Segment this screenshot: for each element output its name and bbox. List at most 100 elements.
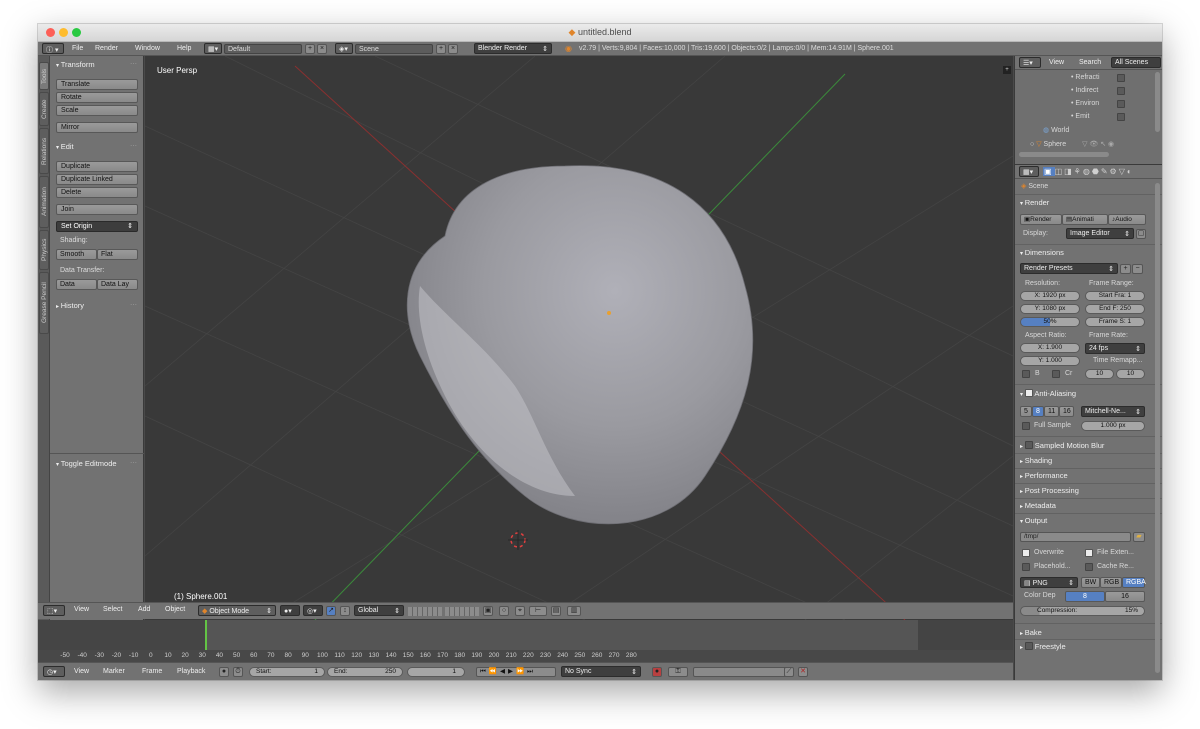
- screen-layout-icon[interactable]: ▦▾: [204, 43, 222, 54]
- pivot-point-select[interactable]: ◎▾: [303, 605, 323, 616]
- menu-window[interactable]: Window: [135, 45, 160, 52]
- remove-preset-button[interactable]: −: [1132, 264, 1143, 274]
- transform-orientation-select[interactable]: Global ⇕: [354, 605, 404, 616]
- cache-result-checkbox[interactable]: [1085, 563, 1093, 571]
- tab-physics[interactable]: Physics: [39, 230, 49, 270]
- file-format-select[interactable]: ▤ PNG ⇕: [1020, 577, 1078, 588]
- file-browser-icon[interactable]: ▰: [1133, 532, 1145, 542]
- auto-keying-icon[interactable]: ●: [652, 667, 662, 677]
- editor-type-timeline-icon[interactable]: ◷▾: [43, 666, 65, 677]
- menu-frame[interactable]: Frame: [142, 668, 162, 675]
- resolution-percentage-slider[interactable]: 50%: [1020, 317, 1080, 327]
- render-animation-button[interactable]: ▤Animati: [1062, 214, 1108, 225]
- current-frame-field[interactable]: 1: [407, 667, 465, 677]
- render-still-button[interactable]: ▣Render: [1020, 214, 1062, 225]
- viewport-properties-toggle[interactable]: +: [1003, 66, 1011, 74]
- frame-start-field[interactable]: Start Fra: 1: [1085, 291, 1145, 301]
- resolution-x-field[interactable]: X: 1920 px: [1020, 291, 1080, 301]
- aa-samples-8-button[interactable]: 8: [1032, 406, 1044, 417]
- insert-keyframe-icon[interactable]: ⟋: [784, 667, 794, 677]
- start-frame-field[interactable]: Start: 1: [249, 667, 325, 677]
- remove-layout-button[interactable]: ×: [317, 44, 327, 54]
- history-panel-header[interactable]: History: [56, 301, 84, 310]
- 3d-viewport[interactable]: User Persp (1) Sphere.001 +: [145, 56, 1013, 620]
- tab-relations[interactable]: Relations: [39, 128, 49, 174]
- border-checkbox[interactable]: [1022, 370, 1030, 378]
- duplicate-button[interactable]: Duplicate: [56, 161, 138, 172]
- translate-manipulator-icon[interactable]: ↕: [340, 606, 350, 616]
- aa-filter-size-field[interactable]: 1.000 px: [1081, 421, 1145, 431]
- editor-type-properties-icon[interactable]: ▦▾: [1019, 166, 1039, 177]
- screen-layout-field[interactable]: Default: [224, 44, 302, 54]
- outliner-item-emit[interactable]: • Emit: [1071, 113, 1089, 120]
- delete-keyframe-icon[interactable]: ✕: [798, 667, 808, 677]
- file-extensions-checkbox[interactable]: [1085, 549, 1093, 557]
- record-keyframes-icon[interactable]: ●: [219, 667, 229, 677]
- end-frame-field[interactable]: End: 250: [327, 667, 403, 677]
- mode-select[interactable]: ◆ Object Mode ⇕: [198, 605, 276, 616]
- menu-view[interactable]: View: [74, 606, 89, 613]
- outliner-checkbox[interactable]: [1117, 87, 1125, 95]
- outliner-horizontal-scrollbar[interactable]: [1019, 152, 1109, 157]
- freestyle-panel-header[interactable]: Freestyle: [1020, 642, 1066, 651]
- flat-button[interactable]: Flat: [97, 249, 138, 260]
- add-scene-button[interactable]: +: [436, 44, 446, 54]
- resolution-y-field[interactable]: Y: 1080 px: [1020, 304, 1080, 314]
- aa-filter-select[interactable]: Mitchell-Ne... ⇕: [1081, 406, 1145, 417]
- layer-buttons-a[interactable]: [408, 607, 442, 616]
- aa-samples-5-button[interactable]: 5: [1020, 406, 1032, 417]
- edit-panel-header[interactable]: Edit: [56, 142, 74, 151]
- outliner-menu-view[interactable]: View: [1049, 59, 1064, 66]
- outliner-item-world[interactable]: ◍ World: [1043, 126, 1069, 134]
- post-processing-panel-header[interactable]: Post Processing: [1020, 486, 1079, 495]
- scene-icon[interactable]: ◈▾: [335, 43, 353, 54]
- scene-field[interactable]: Scene: [355, 44, 433, 54]
- snap-element-icon[interactable]: ⊢: [529, 606, 547, 616]
- properties-context-tabs[interactable]: ▣◫◨⚘◍⬣✎⚙▽◐: [1043, 167, 1159, 177]
- sync-mode-select[interactable]: No Sync ⇕: [561, 666, 641, 677]
- anti-aliasing-panel-header[interactable]: Anti-Aliasing: [1020, 389, 1076, 398]
- tab-grease-pencil[interactable]: Grease Pencil: [39, 272, 49, 334]
- placeholders-checkbox[interactable]: [1022, 563, 1030, 571]
- aspect-y-field[interactable]: Y: 1.000: [1020, 356, 1080, 366]
- mirror-button[interactable]: Mirror: [56, 122, 138, 133]
- drag-handle-icon[interactable]: ⋯: [130, 142, 137, 150]
- transform-panel-header[interactable]: Transform: [56, 60, 95, 69]
- menu-help[interactable]: Help: [177, 45, 191, 52]
- menu-playback[interactable]: Playback: [177, 668, 205, 675]
- lock-interface-icon[interactable]: ▢: [1136, 229, 1146, 239]
- join-button[interactable]: Join: [56, 204, 138, 215]
- delete-button[interactable]: Delete: [56, 187, 138, 198]
- dimensions-panel-header[interactable]: Dimensions: [1020, 248, 1064, 257]
- outliner-checkbox[interactable]: [1117, 100, 1125, 108]
- output-path-field[interactable]: /tmp/: [1020, 532, 1131, 542]
- tab-animation[interactable]: Animation: [39, 176, 49, 228]
- timeline-area[interactable]: [38, 620, 1013, 662]
- menu-render[interactable]: Render: [95, 45, 118, 52]
- metadata-panel-header[interactable]: Metadata: [1020, 501, 1056, 510]
- keying-set-icon[interactable]: ⚿: [668, 667, 688, 677]
- performance-panel-header[interactable]: Performance: [1020, 471, 1068, 480]
- color-bw-button[interactable]: BW: [1081, 577, 1100, 588]
- aspect-x-field[interactable]: X: 1.900: [1020, 343, 1080, 353]
- editor-type-3dview-icon[interactable]: ⬚▾: [43, 605, 65, 616]
- frame-end-field[interactable]: End F: 250: [1085, 304, 1145, 314]
- crop-checkbox[interactable]: [1052, 370, 1060, 378]
- proportional-edit-icon[interactable]: ○: [499, 606, 509, 616]
- outliner-item-environment[interactable]: • Environ: [1071, 100, 1099, 107]
- motion-blur-checkbox[interactable]: [1024, 441, 1033, 449]
- duplicate-linked-button[interactable]: Duplicate Linked: [56, 174, 138, 185]
- active-keying-set-field[interactable]: [693, 667, 793, 677]
- frame-rate-select[interactable]: 24 fps ⇕: [1085, 343, 1145, 354]
- render-engine-select[interactable]: Blender Render ⇕: [474, 43, 552, 54]
- outliner-checkbox[interactable]: [1117, 113, 1125, 121]
- aa-samples-16-button[interactable]: 16: [1059, 406, 1074, 417]
- outliner-item-indirect[interactable]: • Indirect: [1071, 87, 1098, 94]
- scale-button[interactable]: Scale: [56, 105, 138, 116]
- full-sample-checkbox[interactable]: [1022, 422, 1030, 430]
- render-panel-header[interactable]: Render: [1020, 198, 1050, 207]
- add-layout-button[interactable]: +: [305, 44, 315, 54]
- smooth-button[interactable]: Smooth: [56, 249, 97, 260]
- viewport-shading-select[interactable]: ●▾: [280, 605, 300, 616]
- rotate-button[interactable]: Rotate: [56, 92, 138, 103]
